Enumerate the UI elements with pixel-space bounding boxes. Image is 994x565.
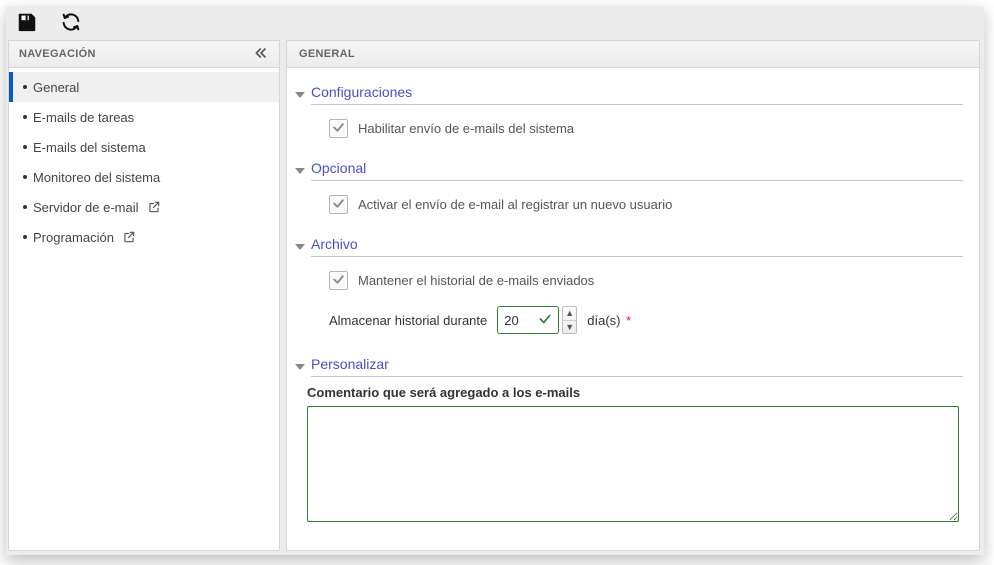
chevron-double-left-icon [253, 45, 269, 64]
sidebar: NAVEGACIÓN General E-mails de tareas [8, 40, 280, 551]
sidebar-item-label: Servidor de e-mail [33, 200, 139, 215]
toolbar [6, 6, 984, 40]
valid-check-icon [538, 312, 552, 329]
disclosure-down-icon [295, 166, 305, 176]
comment-textarea[interactable] [307, 406, 959, 522]
row-send-on-new-user: Activar el envío de e-mail al registrar … [329, 195, 963, 214]
main-title: GENERAL [299, 48, 355, 60]
group-title: Personalizar [311, 356, 963, 377]
spinner-arrows: ▲ ▼ [562, 306, 577, 334]
sidebar-item-label: E-mails de tareas [33, 110, 134, 125]
main: GENERAL Configuraciones [286, 40, 980, 551]
refresh-button[interactable] [58, 10, 84, 36]
days-label: día(s) * [587, 313, 631, 328]
check-icon [332, 121, 345, 137]
row-store-duration: Almacenar historial durante 20 ▲ ▼ [329, 306, 963, 334]
group-header[interactable]: Personalizar [295, 352, 963, 381]
save-button[interactable] [14, 10, 40, 36]
group-header[interactable]: Configuraciones [295, 80, 963, 109]
days-text: día(s) [587, 313, 620, 328]
refresh-icon [60, 11, 82, 36]
group-personalizar: Personalizar Comentario que será agregad… [295, 352, 963, 525]
checkbox-keep-history[interactable] [329, 271, 348, 290]
sidebar-item-system-monitoring[interactable]: Monitoreo del sistema [9, 162, 279, 192]
sidebar-header: NAVEGACIÓN [8, 40, 280, 68]
checkbox-label: Activar el envío de e-mail al registrar … [358, 197, 672, 212]
group-header[interactable]: Opcional [295, 156, 963, 185]
check-icon [332, 197, 345, 213]
group-archivo: Archivo Mantener el historial de e-mails… [295, 232, 963, 344]
group-body: Mantener el historial de e-mails enviado… [295, 261, 963, 344]
spinner-store-days: 20 ▲ ▼ [497, 306, 577, 334]
sidebar-item-scheduling[interactable]: Programación [9, 222, 279, 252]
external-link-icon [122, 230, 136, 244]
external-link-icon [147, 200, 161, 214]
sidebar-collapse-button[interactable] [253, 45, 269, 64]
main-body: Configuraciones Habilitar envío de e-mai… [286, 68, 980, 551]
sidebar-item-label: E-mails del sistema [33, 140, 146, 155]
spinner-down-button[interactable]: ▼ [563, 320, 576, 334]
app-shell: NAVEGACIÓN General E-mails de tareas [0, 0, 994, 565]
sidebar-body: General E-mails de tareas E-mails del si… [8, 68, 280, 551]
group-header[interactable]: Archivo [295, 232, 963, 261]
sidebar-item-email-server[interactable]: Servidor de e-mail [9, 192, 279, 222]
group-body: Comentario que será agregado a los e-mai… [295, 381, 963, 525]
main-header: GENERAL [286, 40, 980, 68]
sidebar-item-label: Programación [33, 230, 114, 245]
store-for-label: Almacenar historial durante [329, 313, 487, 328]
checkbox-label: Mantener el historial de e-mails enviado… [358, 273, 594, 288]
group-opcional: Opcional Activar el envío de e-mail al r… [295, 156, 963, 224]
row-keep-history: Mantener el historial de e-mails enviado… [329, 271, 963, 290]
required-star-icon: * [626, 313, 631, 328]
checkbox-send-on-new-user[interactable] [329, 195, 348, 214]
sidebar-title: NAVEGACIÓN [19, 48, 96, 60]
sidebar-item-general[interactable]: General [9, 72, 279, 102]
disclosure-down-icon [295, 362, 305, 372]
row-enable-system-emails: Habilitar envío de e-mails del sistema [329, 119, 963, 138]
group-configuraciones: Configuraciones Habilitar envío de e-mai… [295, 80, 963, 148]
check-icon [332, 273, 345, 289]
checkbox-enable-system-emails[interactable] [329, 119, 348, 138]
spinner-value: 20 [504, 313, 518, 328]
group-title: Opcional [311, 160, 963, 181]
group-title: Configuraciones [311, 84, 963, 105]
sidebar-item-label: Monitoreo del sistema [33, 170, 160, 185]
floppy-icon [16, 11, 38, 36]
body: NAVEGACIÓN General E-mails de tareas [6, 40, 984, 555]
disclosure-down-icon [295, 242, 305, 252]
spinner-input[interactable]: 20 [497, 306, 559, 334]
spinner-up-button[interactable]: ▲ [563, 307, 576, 320]
comment-label: Comentario que será agregado a los e-mai… [307, 385, 959, 400]
window-frame: NAVEGACIÓN General E-mails de tareas [6, 6, 984, 555]
disclosure-down-icon [295, 90, 305, 100]
group-title: Archivo [311, 236, 963, 257]
sidebar-item-system-emails[interactable]: E-mails del sistema [9, 132, 279, 162]
group-body: Habilitar envío de e-mails del sistema [295, 109, 963, 148]
checkbox-label: Habilitar envío de e-mails del sistema [358, 121, 574, 136]
group-body: Activar el envío de e-mail al registrar … [295, 185, 963, 224]
sidebar-item-label: General [33, 80, 79, 95]
sidebar-item-task-emails[interactable]: E-mails de tareas [9, 102, 279, 132]
